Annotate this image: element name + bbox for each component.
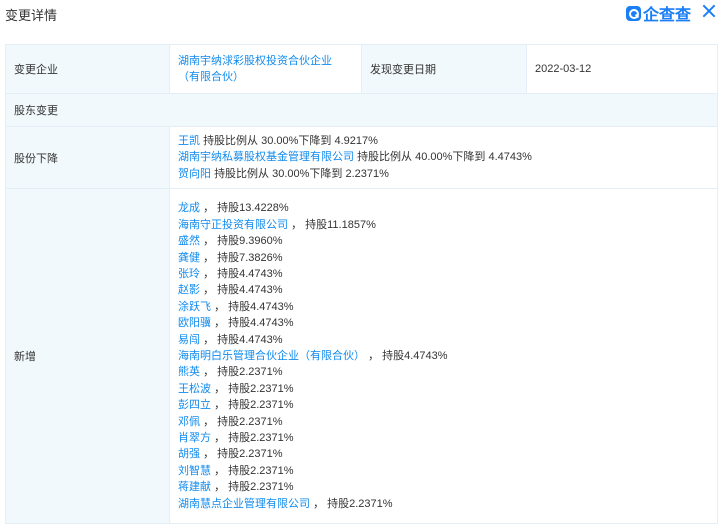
added-item: 蒋建献 ， 持股2.2371%	[178, 479, 709, 495]
shareholder-link[interactable]: 蒋建献	[178, 481, 211, 493]
change-detail-table: 变更企业 湖南宇纳浗彩股权投资合伙企业（有限合伙） 发现变更日期 2022-03…	[5, 44, 718, 524]
added-item: 邓佩 ， 持股2.2371%	[178, 414, 709, 430]
added-row: 新增 龙成 ， 持股13.4228% 海南守正投资有限公司 ， 持股11.1857…	[5, 188, 718, 524]
section-row: 股东变更	[5, 93, 718, 127]
added-item: 张玲 ， 持股4.4743%	[178, 266, 709, 282]
shareholding-text: ， 持股2.2371%	[214, 399, 294, 412]
shareholding-text: ， 持股13.4228%	[203, 202, 289, 215]
decrease-list: 王凯 持股比例从 30.00%下降到 4.9217% 湖南宇纳私募股权基金管理有限…	[169, 125, 718, 190]
shareholding-text: ， 持股4.4743%	[203, 333, 283, 346]
added-item: 欧阳骥 ， 持股4.4743%	[178, 315, 709, 331]
close-icon[interactable]	[700, 2, 718, 20]
shareholding-text: ， 持股2.2371%	[214, 481, 294, 494]
date-value: 2022-03-12	[526, 44, 718, 94]
shareholding-text: ， 持股11.1857%	[291, 218, 376, 231]
shareholder-link[interactable]: 海南守正投资有限公司	[178, 219, 288, 231]
shareholding-text: ， 持股2.2371%	[214, 464, 294, 477]
added-label: 新增	[5, 188, 170, 524]
shareholder-link[interactable]: 盛然	[178, 235, 200, 247]
shareholding-text: ， 持股2.2371%	[214, 382, 294, 395]
decrease-item: 贺向阳 持股比例从 30.00%下降到 2.2371%	[178, 166, 709, 182]
company-link[interactable]: 湖南宇纳浗彩股权投资合伙企业（有限合伙）	[178, 55, 332, 83]
added-item: 湖南慧点企业管理有限公司 ， 持股2.2371%	[178, 496, 709, 512]
added-item: 熊英 ， 持股2.2371%	[178, 364, 709, 380]
shareholder-link[interactable]: 彭四立	[178, 399, 211, 411]
added-item: 海南守正投资有限公司 ， 持股11.1857%	[178, 217, 709, 233]
shareholder-link[interactable]: 王凯	[178, 135, 200, 147]
decrease-row: 股份下降 王凯 持股比例从 30.00%下降到 4.9217% 湖南宇纳私募股权基…	[5, 125, 718, 190]
added-item: 胡强 ， 持股2.2371%	[178, 446, 709, 462]
shareholder-link[interactable]: 张玲	[178, 268, 200, 280]
added-item: 龙成 ， 持股13.4228%	[178, 200, 709, 216]
dialog-header: 变更详情 企查查	[0, 0, 720, 28]
added-item: 肖翠方 ， 持股2.2371%	[178, 430, 709, 446]
shareholding-text: ， 持股7.3826%	[203, 251, 283, 264]
shareholding-text: ， 持股2.2371%	[203, 448, 283, 461]
logo-text: 企查查	[643, 7, 692, 24]
added-item: 易闯 ， 持股4.4743%	[178, 332, 709, 348]
dialog-title: 变更详情	[5, 8, 58, 23]
added-item: 龚健 ， 持股7.3826%	[178, 250, 709, 266]
added-item: 盛然 ， 持股9.3960%	[178, 233, 709, 249]
shareholder-link[interactable]: 贺向阳	[178, 168, 211, 180]
shareholder-link[interactable]: 欧阳骥	[178, 317, 211, 329]
shareholder-link[interactable]: 易闯	[178, 334, 200, 346]
shareholder-link[interactable]: 胡强	[178, 448, 200, 460]
shareholder-link[interactable]: 湖南宇纳私募股权基金管理有限公司	[178, 151, 354, 163]
added-item: 彭四立 ， 持股2.2371%	[178, 397, 709, 413]
shareholding-text: 持股比例从 30.00%下降到 2.2371%	[214, 167, 389, 180]
shareholding-text: ， 持股9.3960%	[203, 235, 283, 248]
date-label: 发现变更日期	[361, 44, 527, 94]
shareholder-link[interactable]: 赵影	[178, 284, 200, 296]
shareholder-link[interactable]: 龚健	[178, 252, 200, 264]
shareholding-text: 持股比例从 30.00%下降到 4.9217%	[203, 135, 378, 147]
shareholding-text: ， 持股2.2371%	[313, 497, 393, 510]
added-item: 王松波 ， 持股2.2371%	[178, 381, 709, 397]
shareholder-link[interactable]: 邓佩	[178, 416, 200, 428]
added-item: 涂跃飞 ， 持股4.4743%	[178, 299, 709, 315]
shareholding-text: 持股比例从 40.00%下降到 4.4743%	[357, 151, 532, 164]
shareholding-text: ， 持股4.4743%	[214, 317, 294, 330]
qichacha-logo: 企查查	[626, 3, 692, 24]
shareholder-link[interactable]: 肖翠方	[178, 432, 211, 444]
shareholding-text: ， 持股2.2371%	[203, 366, 283, 379]
shareholding-text: ， 持股2.2371%	[214, 432, 294, 445]
shareholder-link[interactable]: 湖南慧点企业管理有限公司	[178, 498, 310, 510]
added-item: 刘智慧 ， 持股2.2371%	[178, 463, 709, 479]
shareholder-link[interactable]: 涂跃飞	[178, 301, 211, 313]
qichacha-logo-icon	[626, 5, 641, 21]
shareholding-text: ， 持股4.4743%	[203, 267, 283, 280]
shareholding-text: ， 持股4.4743%	[203, 284, 283, 297]
shareholder-link[interactable]: 刘智慧	[178, 465, 211, 477]
company-label: 变更企业	[5, 44, 170, 94]
shareholding-text: ， 持股2.2371%	[203, 415, 283, 428]
decrease-item: 湖南宇纳私募股权基金管理有限公司 持股比例从 40.00%下降到 4.4743%	[178, 149, 709, 165]
section-label: 股东变更	[5, 93, 718, 127]
decrease-item: 王凯 持股比例从 30.00%下降到 4.9217%	[178, 133, 709, 149]
shareholder-link[interactable]: 熊英	[178, 366, 200, 378]
added-item: 赵影 ， 持股4.4743%	[178, 282, 709, 298]
shareholder-link[interactable]: 王松波	[178, 383, 211, 395]
added-item: 海南明白乐管理合伙企业（有限合伙） ， 持股4.4743%	[178, 348, 709, 364]
shareholder-link[interactable]: 龙成	[178, 202, 200, 214]
decrease-label: 股份下降	[5, 125, 170, 190]
added-list: 龙成 ， 持股13.4228% 海南守正投资有限公司 ， 持股11.1857% 盛然…	[169, 188, 718, 524]
shareholder-link[interactable]: 海南明白乐管理合伙企业（有限合伙）	[178, 350, 365, 362]
shareholding-text: ， 持股4.4743%	[368, 350, 448, 363]
shareholding-text: ， 持股4.4743%	[214, 300, 294, 313]
summary-row: 变更企业 湖南宇纳浗彩股权投资合伙企业（有限合伙） 发现变更日期 2022-03…	[5, 44, 718, 94]
